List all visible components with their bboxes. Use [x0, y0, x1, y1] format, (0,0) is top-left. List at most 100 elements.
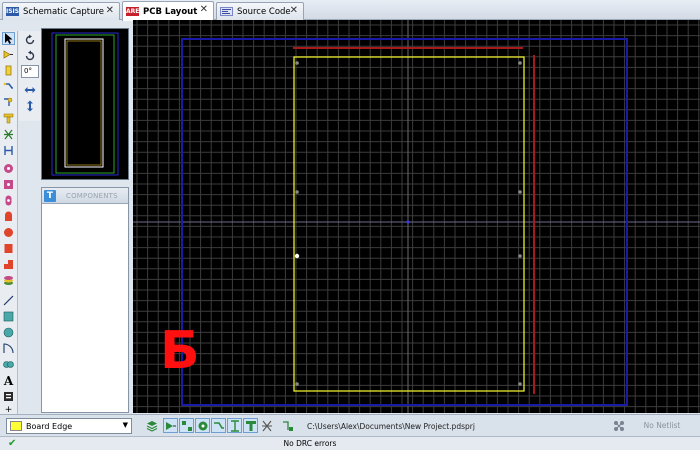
close-icon[interactable]: ✕ — [106, 5, 114, 16]
netlist-icon[interactable] — [612, 419, 626, 433]
via-filter-icon — [198, 421, 207, 430]
via-mode-button[interactable] — [2, 96, 15, 109]
circle-icon — [3, 327, 14, 338]
round-pad-button[interactable] — [2, 162, 15, 175]
track-filter-icon — [213, 421, 224, 429]
text-a-icon: A — [3, 373, 14, 388]
dil-pad-icon — [5, 195, 12, 206]
board-edge-outline[interactable] — [293, 56, 525, 392]
edge-connector-pad-button[interactable] — [2, 210, 15, 223]
padstack-button[interactable] — [2, 274, 15, 287]
overview-window[interactable] — [41, 28, 129, 180]
orientation-toolbar: 0° — [19, 31, 41, 121]
flip-vertical-icon — [27, 100, 33, 111]
zone-mode-button[interactable] — [2, 112, 15, 125]
flip-vertical-button[interactable] — [23, 99, 37, 112]
path-mode-button[interactable] — [2, 358, 15, 371]
select-components-filter[interactable] — [163, 418, 178, 433]
package-icon — [5, 65, 12, 76]
box-icon — [3, 311, 14, 322]
component-mode-button[interactable] — [2, 48, 15, 61]
edge-pad-icon — [5, 211, 12, 221]
select-pads-filter[interactable] — [179, 418, 194, 433]
padstack-icon — [4, 276, 13, 285]
filter-options-button[interactable] — [280, 418, 295, 433]
marker-mode-button[interactable]: + — [2, 406, 15, 415]
grid — [133, 20, 700, 413]
ares-pcb-window: ISIS Schematic Capture ✕ ARES PCB Layout… — [0, 0, 700, 450]
circle-mode-button[interactable] — [2, 326, 15, 339]
tab-pcb-layout[interactable]: ARES PCB Layout ✕ — [122, 1, 214, 21]
flip-horizontal-icon — [24, 86, 36, 93]
smt-square-pad-icon — [4, 244, 13, 253]
smt-square-pad-button[interactable] — [2, 242, 15, 255]
text-mode-button[interactable]: A — [2, 373, 15, 388]
cursor-arrow-icon — [4, 33, 12, 44]
package-mode-button[interactable] — [2, 64, 15, 77]
select-tracks-filter[interactable] — [211, 418, 226, 433]
overview-preview — [51, 32, 119, 176]
edge-handle[interactable] — [518, 382, 522, 386]
smt-polygon-pad-button[interactable] — [2, 258, 15, 271]
square-pad-button[interactable] — [2, 178, 15, 191]
layer-selector-value: Board Edge — [26, 421, 73, 431]
source-code-icon — [220, 7, 233, 16]
edge-handle[interactable] — [295, 190, 299, 194]
origin-marker — [406, 220, 410, 224]
dil-pad-button[interactable] — [2, 194, 15, 207]
round-pad-icon — [4, 164, 13, 173]
ratsnest-filter-icon — [261, 420, 272, 431]
component-picker-icon[interactable]: T — [44, 189, 56, 202]
tab-label: Schematic Capture — [23, 6, 105, 17]
components-panel[interactable]: T COMPONENTS — [41, 187, 129, 413]
select-vias-filter[interactable] — [195, 418, 210, 433]
tab-schematic-capture[interactable]: ISIS Schematic Capture ✕ — [2, 2, 120, 20]
close-icon[interactable]: ✕ — [290, 5, 298, 16]
tab-source-code[interactable]: Source Code ✕ — [216, 2, 304, 20]
zone-filter-icon — [245, 420, 256, 431]
smt-round-pad-button[interactable] — [2, 226, 15, 239]
rotate-cw-icon — [25, 34, 35, 44]
layers-button[interactable] — [144, 418, 159, 433]
edge-handle[interactable] — [295, 61, 299, 65]
tab-label: PCB Layout — [143, 6, 198, 17]
line-icon — [3, 295, 14, 306]
via-icon — [4, 97, 13, 106]
isis-icon: ISIS — [6, 7, 20, 16]
connectivity-icon — [4, 146, 13, 155]
square-pad-icon — [4, 180, 13, 189]
symbol-mode-button[interactable] — [2, 390, 15, 403]
line-mode-button[interactable] — [2, 294, 15, 307]
box-mode-button[interactable] — [2, 310, 15, 323]
select-ratsnest-filter[interactable] — [259, 418, 274, 433]
connectivity-mode-button[interactable] — [2, 144, 15, 157]
edge-handle[interactable] — [518, 61, 522, 65]
tab-label: Source Code — [237, 6, 291, 17]
arc-mode-button[interactable] — [2, 342, 15, 355]
edge-handle-selected[interactable] — [294, 253, 300, 259]
layer-selector[interactable]: Board Edge ▼ — [6, 418, 132, 434]
selection-mode-button[interactable] — [2, 32, 15, 45]
pad-filter-icon — [181, 420, 192, 431]
select-zones-filter[interactable] — [243, 418, 258, 433]
close-icon[interactable]: ✕ — [200, 4, 208, 15]
document-tab-bar: ISIS Schematic Capture ✕ ARES PCB Layout… — [0, 0, 700, 21]
pcb-editing-canvas[interactable] — [133, 20, 700, 413]
edge-handle[interactable] — [295, 382, 299, 386]
flip-horizontal-button[interactable] — [23, 83, 37, 96]
select-dimension-filter[interactable] — [227, 418, 242, 433]
layers-icon — [146, 420, 157, 432]
edge-handle[interactable] — [518, 190, 522, 194]
rotation-angle-input[interactable]: 0° — [21, 65, 39, 78]
components-title: COMPONENTS — [66, 191, 118, 200]
chevron-down-icon[interactable]: ▼ — [123, 421, 128, 429]
rotate-anticlockwise-button[interactable] — [23, 49, 37, 62]
ratsnest-mode-button[interactable] — [2, 128, 15, 141]
track-mode-button[interactable] — [2, 80, 15, 93]
symbol-icon — [4, 392, 13, 401]
component-filter-icon — [165, 421, 176, 430]
rotate-clockwise-button[interactable] — [23, 33, 37, 46]
edge-handle[interactable] — [518, 254, 522, 258]
smt-polygon-pad-icon — [4, 260, 13, 269]
overlay-letter-label: Б — [160, 321, 200, 381]
